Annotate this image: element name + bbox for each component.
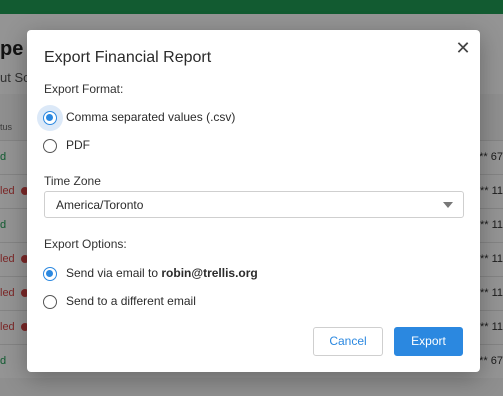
time-zone-value: America/Toronto	[56, 198, 144, 212]
close-icon[interactable]: ✕	[454, 39, 472, 57]
radio-send-via-email-label: Send via email to robin@trellis.org	[66, 266, 258, 280]
export-financial-report-dialog: Export Financial Report ✕ Export Format:…	[27, 30, 480, 372]
time-zone-select[interactable]: America/Toronto	[44, 191, 464, 218]
export-format-label: Export Format:	[44, 82, 124, 96]
time-zone-label: Time Zone	[44, 174, 101, 188]
export-button[interactable]: Export	[394, 327, 463, 356]
radio-pdf-label: PDF	[66, 138, 90, 152]
radio-button[interactable]	[43, 111, 57, 125]
dialog-title: Export Financial Report	[44, 49, 212, 66]
radio-csv-label: Comma separated values (.csv)	[66, 110, 236, 124]
radio-pdf[interactable]: PDF	[37, 133, 457, 159]
radio-send-via-email[interactable]: Send via email to robin@trellis.org	[37, 261, 457, 287]
radio-button[interactable]	[43, 267, 57, 281]
radio-different-email-label: Send to a different email	[66, 294, 196, 308]
radio-button[interactable]	[43, 295, 57, 309]
radio-csv[interactable]: Comma separated values (.csv)	[37, 105, 457, 131]
radio-button[interactable]	[43, 139, 57, 153]
caret-down-icon	[443, 202, 453, 208]
email-address: robin@trellis.org	[161, 266, 258, 280]
export-options-label: Export Options:	[44, 237, 127, 251]
radio-different-email[interactable]: Send to a different email	[37, 289, 457, 315]
cancel-button[interactable]: Cancel	[313, 327, 383, 356]
